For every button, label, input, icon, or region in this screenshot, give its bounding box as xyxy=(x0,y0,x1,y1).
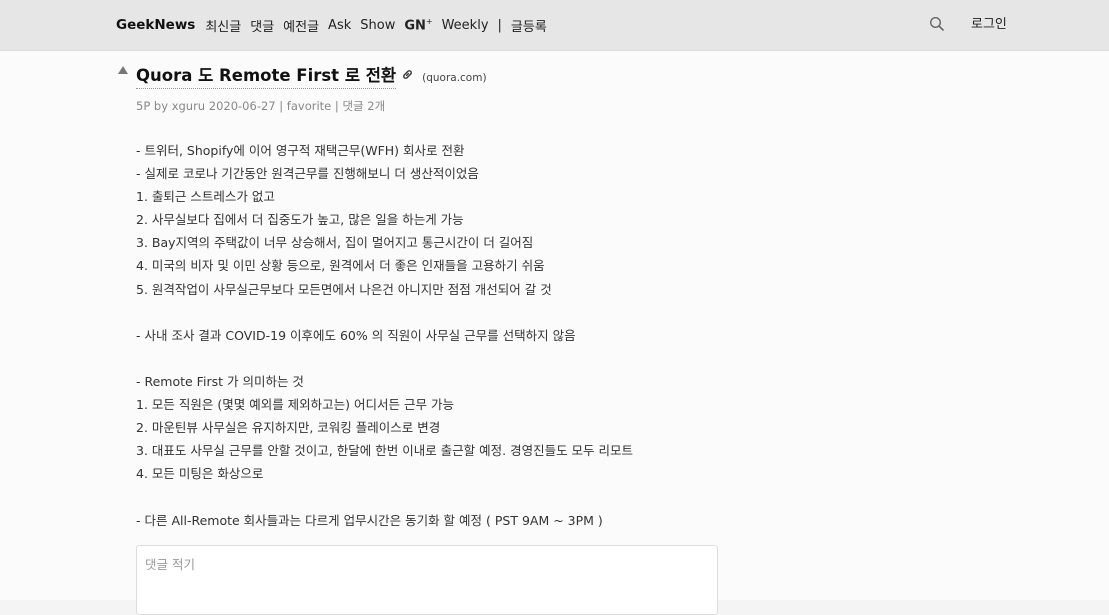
body-line: - 실제로 코로나 기간동안 원격근무를 진행해보니 더 생산적이었음 xyxy=(136,166,479,182)
nav-link-submit[interactable]: 글등록 xyxy=(511,16,547,35)
body-line: - Remote First 가 의미하는 것 xyxy=(136,373,304,389)
top-navbar: GeekNews 최신글 댓글 예전글 Ask Show GN+ Weekly … xyxy=(0,0,1109,51)
meta-separator: | xyxy=(279,99,284,113)
body-line: 3. Bay지역의 주택값이 너무 상승해서, 집이 멀어지고 통근시간이 더 … xyxy=(136,235,534,251)
comment-input[interactable]: 댓글 적기 xyxy=(136,545,718,615)
meta-separator: | xyxy=(334,99,339,113)
post-points: 5P xyxy=(136,99,151,113)
nav-link-ask[interactable]: Ask xyxy=(328,18,351,33)
nav-link-latest[interactable]: 최신글 xyxy=(205,16,241,35)
body-line: 4. 모든 미팅은 화상으로 xyxy=(136,466,264,482)
favorite-link[interactable]: favorite xyxy=(287,99,331,113)
upvote-arrow-icon[interactable] xyxy=(118,66,128,74)
post-title-row: Quora 도 Remote First 로 전환 (quora.com) xyxy=(136,62,487,89)
gn-sup: + xyxy=(425,16,433,26)
post-author-link[interactable]: xguru xyxy=(172,99,205,113)
nav-menu: GeekNews 최신글 댓글 예전글 Ask Show GN+ Weekly … xyxy=(116,0,556,50)
body-line-blank xyxy=(136,301,836,324)
body-line-blank xyxy=(136,485,836,508)
post-date: 2020-06-27 xyxy=(208,99,276,113)
search-icon[interactable] xyxy=(929,16,945,32)
gn-label: GN xyxy=(404,18,426,34)
nav-link-gn-plus[interactable]: GN+ xyxy=(404,17,432,33)
body-line: 3. 대표도 사무실 근무를 안할 것이고, 한달에 한번 이내로 출근할 예정… xyxy=(136,443,634,459)
body-line: 1. 모든 직원은 (몇몇 예외를 제외하고는) 어디서든 근무 가능 xyxy=(136,397,454,413)
body-line: - 사내 조사 결과 COVID-19 이후에도 60% 의 직원이 사무실 근… xyxy=(136,327,576,343)
nav-separator: | xyxy=(497,17,502,33)
post-meta: 5P by xguru 2020-06-27 | favorite | 댓글 2… xyxy=(136,98,385,114)
body-line-blank xyxy=(136,347,836,370)
post-body: - 트위터, Shopify에 이어 영구적 재택근무(WFH) 회사로 전환 … xyxy=(136,139,836,532)
nav-link-weekly[interactable]: Weekly xyxy=(442,18,489,33)
body-line: - 트위터, Shopify에 이어 영구적 재택근무(WFH) 회사로 전환 xyxy=(136,143,465,158)
body-line: 2. 마운틴뷰 사무실은 유지하지만, 코워킹 플레이스로 변경 xyxy=(136,420,441,436)
post-domain: (quora.com) xyxy=(422,72,487,84)
comments-count-link[interactable]: 댓글 2개 xyxy=(342,99,385,113)
login-link[interactable]: 로그인 xyxy=(971,0,1007,50)
body-line: 5. 원격작업이 사무실근무보다 모든면에서 나은건 아니지만 점점 개선되어 … xyxy=(136,281,552,297)
post-by: by xyxy=(153,99,169,113)
body-line: - 다른 All-Remote 회사들과는 다르게 업무시간은 동기화 할 예정… xyxy=(136,512,603,528)
link-icon xyxy=(401,68,414,85)
post-title-link[interactable]: Quora 도 Remote First 로 전환 xyxy=(136,62,397,89)
body-line: 2. 사무실보다 집에서 더 집중도가 높고, 많은 일을 하는게 가능 xyxy=(136,212,464,228)
body-line: 4. 미국의 비자 및 이민 상황 등으로, 원격에서 더 좋은 인재들을 고용… xyxy=(136,258,545,274)
nav-link-show[interactable]: Show xyxy=(360,18,395,33)
brand-logo-link[interactable]: GeekNews xyxy=(116,17,195,33)
nav-link-comments[interactable]: 댓글 xyxy=(250,16,274,35)
nav-link-past[interactable]: 예전글 xyxy=(283,16,319,35)
body-line: 1. 출퇴근 스트레스가 없고 xyxy=(136,189,275,205)
